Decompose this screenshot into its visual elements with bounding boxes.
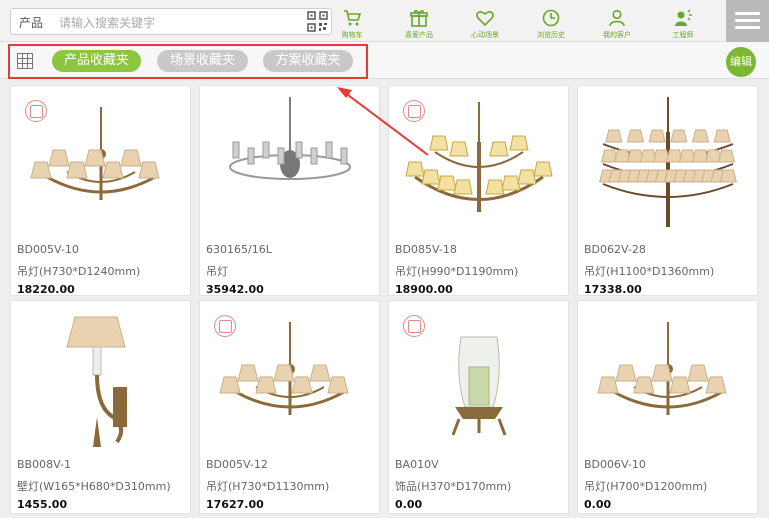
product-price: 0.00	[395, 498, 423, 511]
product-description: 吊灯(H730*D1240mm)	[17, 265, 141, 278]
edit-button[interactable]: 编辑	[726, 47, 756, 77]
product-card[interactable]: BD062V-28 吊灯(H1100*D1360mm) 17338.00	[577, 85, 758, 296]
product-code: BD085V-18	[395, 243, 457, 256]
product-image[interactable]	[17, 307, 185, 452]
product-card[interactable]: BD085V-18 吊灯(H990*D1190mm) 18900.00	[388, 85, 569, 296]
product-image-wall-lamp-icon	[66, 316, 127, 447]
nav-history[interactable]: 浏览历史	[520, 0, 582, 42]
nav-cart[interactable]: 购物车	[321, 0, 383, 42]
product-image[interactable]	[584, 307, 752, 452]
product-description: 吊灯(H700*D1200mm)	[584, 480, 708, 493]
product-card[interactable]: 630165/16L 吊灯 35942.00	[199, 85, 380, 296]
product-code: BB008V-1	[17, 458, 71, 471]
nav-engineer[interactable]: 工程师	[652, 0, 714, 42]
nav-label: 喜爱产品	[405, 31, 433, 39]
user-icon	[609, 9, 625, 27]
nav-label: 心动场景	[471, 31, 499, 39]
product-image-chandelier-crystal-icon	[229, 97, 351, 180]
menu-icon	[735, 12, 760, 15]
nav-label: 购物车	[341, 31, 363, 39]
seal-stamp-icon	[25, 100, 47, 122]
product-description: 吊灯	[206, 265, 228, 278]
product-code: BD006V-10	[584, 458, 646, 471]
engineer-icon	[675, 9, 692, 26]
product-image[interactable]	[206, 92, 374, 237]
product-code: BD062V-28	[584, 243, 646, 256]
search-box[interactable]: 产品 请输入搜索关键字	[10, 8, 332, 35]
product-card[interactable]: BB008V-1 壁灯(W165*H680*D310mm) 1455.00	[10, 300, 191, 514]
product-image[interactable]	[395, 307, 563, 452]
product-description: 壁灯(W165*H680*D310mm)	[17, 480, 171, 493]
product-price: 1455.00	[17, 498, 68, 511]
product-description: 吊灯(H730*D1130mm)	[206, 480, 330, 493]
nav-customers[interactable]: 我的客户	[586, 0, 648, 42]
product-code: BD005V-10	[17, 243, 79, 256]
product-description: 吊灯(H1100*D1360mm)	[584, 265, 715, 278]
gift-icon	[410, 10, 428, 27]
product-image[interactable]	[206, 307, 374, 452]
nav-favorites[interactable]: 喜爱产品	[388, 0, 450, 42]
product-image-chandelier-small-icon	[597, 322, 727, 415]
product-card[interactable]: BD005V-12 吊灯(H730*D1130mm) 17627.00	[199, 300, 380, 514]
product-card[interactable]: BD006V-10 吊灯(H700*D1200mm) 0.00	[577, 300, 758, 514]
product-image-chandelier-tiered-icon	[599, 97, 737, 227]
seal-stamp-icon	[403, 315, 425, 337]
search-category[interactable]: 产品	[19, 14, 43, 31]
seal-stamp-icon	[403, 100, 425, 122]
product-card[interactable]: BD005V-10 吊灯(H730*D1240mm) 18220.00	[10, 85, 191, 296]
product-code: 630165/16L	[206, 243, 272, 256]
product-description: 吊灯(H990*D1190mm)	[395, 265, 519, 278]
product-code: BA010V	[395, 458, 439, 471]
seal-stamp-icon	[214, 315, 236, 337]
nav-label: 浏览历史	[537, 31, 565, 39]
nav-label: 我的客户	[603, 31, 631, 39]
nav-label: 工程师	[672, 31, 694, 39]
annotation-highlight-box	[8, 44, 368, 79]
top-bar: 产品 请输入搜索关键字 购物车 喜爱产品 心动场景 浏览历史 我的客户 工程师	[0, 0, 769, 42]
product-image[interactable]	[17, 92, 185, 237]
cart-icon	[344, 10, 361, 26]
clock-icon	[542, 9, 560, 27]
product-price: 35942.00	[206, 283, 264, 296]
search-input[interactable]: 请输入搜索关键字	[59, 14, 155, 31]
product-card[interactable]: BA010V 饰品(H370*D170mm) 0.00	[388, 300, 569, 514]
nav-scenes[interactable]: 心动场景	[454, 0, 516, 42]
product-price: 17338.00	[584, 283, 642, 296]
product-price: 18900.00	[395, 283, 453, 296]
product-image[interactable]	[395, 92, 563, 237]
product-code: BD005V-12	[206, 458, 268, 471]
product-image[interactable]	[584, 92, 752, 237]
product-price: 18220.00	[17, 283, 75, 296]
heart-icon	[476, 11, 494, 27]
product-price: 0.00	[584, 498, 612, 511]
product-description: 饰品(H370*D170mm)	[395, 480, 512, 493]
menu-button[interactable]	[726, 0, 769, 42]
product-price: 17627.00	[206, 498, 264, 511]
